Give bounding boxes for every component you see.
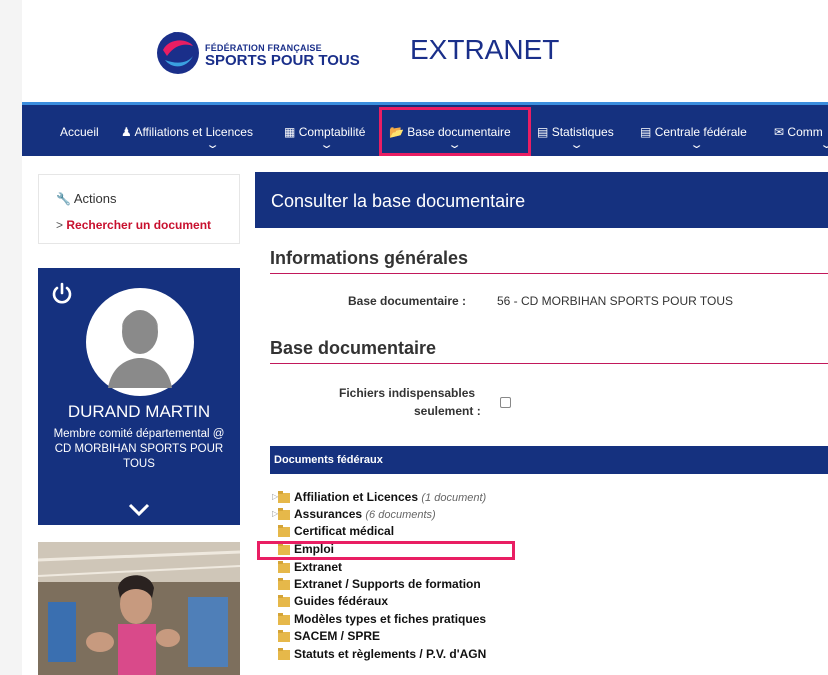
- promo-photo: [38, 542, 240, 675]
- user-name: DURAND MARTIN: [67, 402, 211, 421]
- chevron-down-icon[interactable]: ⌄: [205, 138, 220, 151]
- tree-item-label: Certificat médical: [294, 524, 395, 538]
- folder-icon: [278, 613, 290, 625]
- folder-icon: [278, 561, 290, 573]
- action-rechercher-document[interactable]: > Rechercher un document: [56, 218, 211, 232]
- actions-panel: 🔧 Actions > Rechercher un document: [38, 174, 240, 244]
- app-title: EXTRANET: [410, 34, 560, 65]
- tree-item-label: Extranet / Supports de formation: [294, 577, 481, 591]
- list-icon: ▤: [640, 125, 652, 139]
- base-documentaire-label: Base documentaire :: [348, 294, 467, 308]
- chevron-right-icon: >: [56, 218, 64, 232]
- nav-item-label: Comptabilité: [298, 125, 366, 139]
- chevron-down-icon[interactable]: ⌄: [819, 138, 828, 151]
- folder-icon: [278, 525, 290, 537]
- documents-header-bar: Documents fédéraux: [270, 446, 828, 474]
- folder-icon: [278, 595, 290, 607]
- logo-line2: SPORTS POUR TOUS: [205, 52, 360, 69]
- actions-title-label: Actions: [73, 191, 117, 206]
- section-title-base: Base documentaire: [270, 338, 437, 358]
- chevron-down-icon[interactable]: [128, 503, 150, 517]
- chevron-down-icon[interactable]: ⌄: [689, 138, 704, 151]
- avatar: [86, 288, 194, 396]
- calculator-icon: ▦: [284, 125, 296, 139]
- nav-item-label: Affiliations et Licences: [134, 125, 253, 139]
- emploi-highlight-box: [257, 541, 515, 560]
- section-divider: [270, 273, 828, 274]
- nav-item-comm[interactable]: ✉ Comm: [774, 125, 823, 139]
- folder-icon: [278, 578, 290, 590]
- folder-icon: [278, 648, 290, 660]
- tree-label-text: Affiliation et Licences: [294, 490, 419, 504]
- nav-item-centrale-federale[interactable]: ▤ Centrale fédérale: [640, 125, 747, 139]
- nav-item-statistiques[interactable]: ▤ Statistiques: [537, 125, 614, 139]
- nav-item-label: Statistiques: [551, 125, 614, 139]
- power-icon[interactable]: [50, 282, 74, 306]
- tree-item-label: Guides fédéraux: [294, 594, 389, 608]
- tree-item-label: SACEM / SPRE: [294, 629, 381, 643]
- page-title: Consulter la base documentaire: [271, 191, 526, 211]
- chevron-down-icon[interactable]: ⌄: [319, 138, 334, 151]
- documents-header: Documents fédéraux: [274, 454, 383, 466]
- nav-item-label: Comm: [787, 125, 823, 139]
- tree-item-label: Extranet: [294, 560, 343, 574]
- header: FÉDÉRATION FRANÇAISE SPORTS POUR TOUS EX…: [22, 14, 828, 102]
- page: FÉDÉRATION FRANÇAISE SPORTS POUR TOUS EX…: [0, 0, 828, 675]
- action-link-label: Rechercher un document: [66, 218, 212, 232]
- folder-icon: [278, 630, 290, 642]
- filter-label-line1: Fichiers indispensables: [339, 386, 476, 400]
- user-card: DURAND MARTIN Membre comité départementa…: [38, 268, 240, 525]
- bar-chart-icon: ▤: [537, 125, 549, 139]
- user-icon: ♟: [121, 125, 132, 139]
- wrench-icon: 🔧: [56, 192, 71, 206]
- tree-item-label: Modèles types et fiches pratiques: [294, 612, 487, 626]
- essential-files-checkbox[interactable]: [500, 397, 511, 408]
- user-role: Membre comité départemental @ CD MORBIHA…: [53, 428, 225, 470]
- filter-label-line2: seulement :: [414, 404, 481, 418]
- nav-item-affiliations[interactable]: ♟ Affiliations et Licences: [121, 125, 253, 139]
- tree-item-label: Statuts et règlements / P.V. d'AGN: [294, 647, 487, 661]
- tree-item-count: (1 document): [421, 492, 487, 504]
- nav-item-accueil[interactable]: Accueil: [60, 125, 99, 139]
- envelope-icon: ✉: [774, 125, 785, 139]
- tree-label-text: Assurances: [294, 507, 363, 521]
- logo-emblem-icon: [157, 32, 199, 74]
- actions-title: 🔧 Actions: [56, 191, 117, 206]
- nav-item-label: Accueil: [60, 125, 99, 139]
- tree-item-count: (6 documents): [365, 509, 436, 521]
- nav-highlight-box: [379, 107, 531, 156]
- tree-item-label: Affiliation et Licences (1 document): [294, 490, 486, 504]
- section-title-informations: Informations générales: [270, 248, 469, 268]
- folder-icon: [278, 508, 290, 520]
- section-divider: [270, 363, 828, 364]
- base-documentaire-value: 56 - CD MORBIHAN SPORTS POUR TOUS: [497, 294, 734, 308]
- fitness-photo-image: [38, 542, 240, 675]
- tree-item-label: Assurances (6 documents): [294, 507, 436, 521]
- chevron-down-icon[interactable]: ⌄: [569, 138, 584, 151]
- nav-item-comptabilite[interactable]: ▦ Comptabilité: [284, 125, 365, 139]
- folder-icon: [278, 491, 290, 503]
- left-rail: [0, 0, 22, 675]
- nav-item-label: Centrale fédérale: [654, 125, 747, 139]
- federation-logo[interactable]: FÉDÉRATION FRANÇAISE SPORTS POUR TOUS: [153, 22, 368, 80]
- page-title-bar: Consulter la base documentaire: [255, 172, 828, 228]
